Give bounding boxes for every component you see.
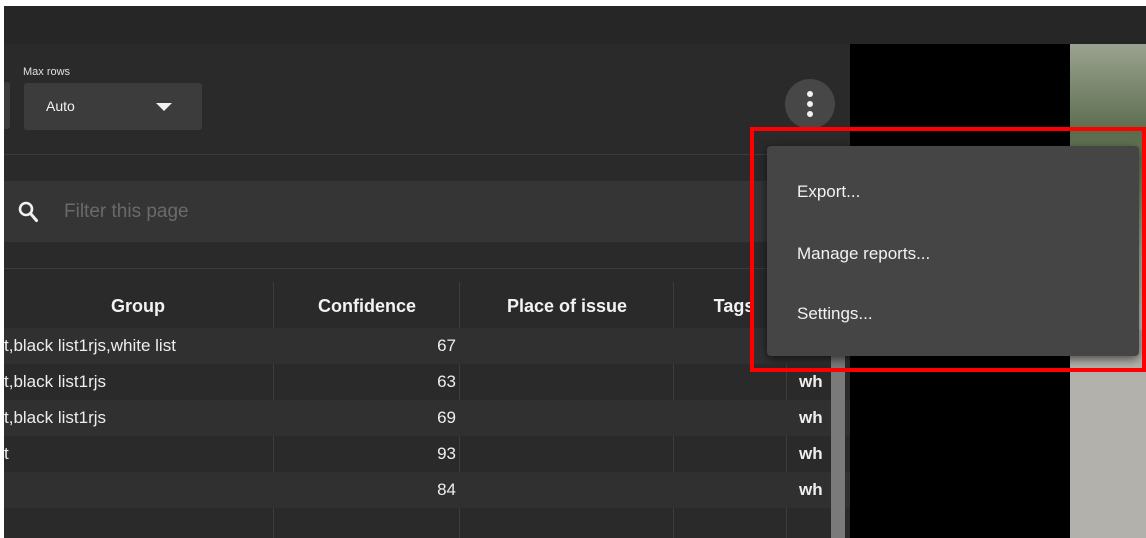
confidence-cell: 93 — [437, 444, 456, 463]
table-row[interactable]: t,black list1rjs 63 wh — [4, 364, 850, 400]
table-row[interactable]: t,black list1rjs,white list 67 — [4, 328, 850, 364]
highlight-box — [750, 127, 1146, 372]
max-rows-select[interactable]: Auto — [24, 83, 202, 130]
group-cell: t,black list1rjs — [4, 372, 107, 391]
max-rows-label: Max rows — [23, 66, 71, 78]
column-header-place-of-issue[interactable]: Place of issue — [462, 286, 672, 326]
previous-control-edge[interactable] — [4, 82, 10, 129]
tags-cell: wh — [799, 480, 823, 499]
group-cell: t,black list1rjs — [4, 408, 107, 427]
table-row[interactable]: t 93 wh — [4, 436, 850, 472]
filter-bar — [4, 181, 850, 242]
group-cell — [4, 472, 272, 508]
confidence-cell: 84 — [437, 480, 456, 499]
confidence-cell: 63 — [437, 372, 456, 391]
divider — [4, 268, 850, 269]
more-options-button[interactable] — [785, 79, 835, 129]
table-row[interactable]: t,black list1rjs 69 wh — [4, 400, 850, 436]
kebab-dot-icon — [807, 111, 813, 117]
search-icon — [18, 201, 38, 222]
top-bar — [4, 6, 1146, 44]
table-row[interactable]: 84 wh — [4, 472, 850, 508]
report-panel: Max rows Auto Group Confidence Place of … — [4, 44, 850, 538]
dropdown-caret-icon — [156, 103, 172, 111]
column-header-group[interactable]: Group — [4, 286, 272, 326]
confidence-cell: 67 — [437, 336, 456, 355]
kebab-dot-icon — [807, 91, 813, 97]
tags-cell: wh — [799, 444, 823, 463]
group-cell: t — [4, 444, 9, 463]
filter-input[interactable] — [64, 195, 664, 229]
tags-cell: wh — [799, 408, 823, 427]
column-header-confidence[interactable]: Confidence — [274, 286, 460, 326]
group-cell: t,black list1rjs,white list — [4, 336, 176, 355]
divider — [4, 154, 850, 155]
max-rows-value: Auto — [46, 98, 75, 114]
confidence-cell: 69 — [437, 408, 456, 427]
kebab-dot-icon — [807, 101, 813, 107]
